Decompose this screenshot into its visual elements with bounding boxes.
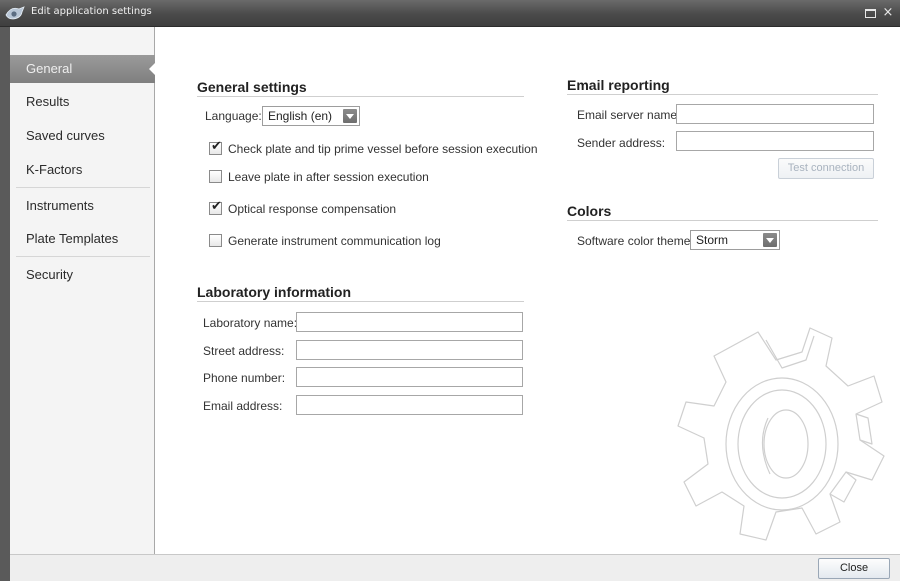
- leave-plate-checkbox-row[interactable]: Leave plate in after session execution: [209, 169, 529, 185]
- check-plate-label: Check plate and tip prime vessel before …: [228, 142, 538, 156]
- color-theme-value: Storm: [696, 233, 729, 247]
- language-label: Language:: [205, 109, 262, 123]
- sidebar-item-results[interactable]: Results: [10, 88, 155, 116]
- check-plate-checkbox[interactable]: ✔: [209, 139, 222, 155]
- street-address-input[interactable]: [296, 340, 523, 360]
- check-plate-checkbox-row[interactable]: ✔ Check plate and tip prime vessel befor…: [209, 139, 538, 157]
- maximize-icon[interactable]: [863, 6, 877, 20]
- general-settings-title: General settings: [197, 79, 307, 95]
- close-icon[interactable]: ×: [881, 6, 895, 20]
- language-select[interactable]: English (en): [262, 106, 360, 126]
- settings-window: Edit application settings × General Resu…: [0, 0, 900, 581]
- phone-number-input[interactable]: [296, 367, 523, 387]
- language-value: English (en): [268, 109, 333, 123]
- color-theme-label: Software color theme:: [577, 234, 694, 248]
- street-address-label: Street address:: [203, 344, 285, 358]
- sidebar-item-security[interactable]: Security: [10, 261, 155, 289]
- sidebar-item-general[interactable]: General: [10, 55, 156, 83]
- laboratory-name-input[interactable]: [296, 312, 523, 332]
- chevron-down-icon[interactable]: [343, 109, 357, 123]
- email-reporting-title: Email reporting: [567, 77, 670, 93]
- color-theme-select[interactable]: Storm: [690, 230, 780, 250]
- checkmark-icon: ✔: [211, 139, 222, 154]
- window-frame-left: [0, 27, 10, 581]
- chevron-down-icon[interactable]: [763, 233, 777, 247]
- section-divider: [567, 220, 878, 221]
- colors-title: Colors: [567, 203, 612, 219]
- section-divider: [567, 94, 878, 95]
- checkmark-icon: ✔: [211, 199, 222, 214]
- section-divider: [197, 301, 524, 302]
- window-title: Edit application settings: [31, 6, 152, 17]
- email-server-label: Email server name:: [577, 108, 681, 122]
- sidebar-item-k-factors[interactable]: K-Factors: [10, 156, 155, 184]
- communication-log-label: Generate instrument communication log: [228, 234, 441, 248]
- settings-sidebar: General Results Saved curves K-Factors I…: [10, 27, 156, 554]
- email-address-label: Email address:: [203, 399, 283, 413]
- sidebar-divider: [16, 256, 150, 257]
- sidebar-item-instruments[interactable]: Instruments: [10, 192, 155, 220]
- title-bar[interactable]: Edit application settings ×: [0, 0, 900, 27]
- sender-address-label: Sender address:: [577, 136, 666, 150]
- laboratory-name-label: Laboratory name:: [203, 316, 298, 330]
- communication-log-checkbox[interactable]: [209, 234, 222, 247]
- close-button[interactable]: Close: [818, 558, 890, 579]
- email-address-input[interactable]: [296, 395, 523, 415]
- sidebar-divider: [16, 187, 150, 188]
- laboratory-information-title: Laboratory information: [197, 284, 352, 300]
- leave-plate-checkbox[interactable]: [209, 170, 222, 183]
- optical-compensation-checkbox[interactable]: ✔: [209, 199, 222, 215]
- leave-plate-label: Leave plate in after session execution: [228, 170, 429, 184]
- dialog-footer: Close: [10, 554, 900, 581]
- sender-address-input[interactable]: [676, 131, 874, 151]
- phone-number-label: Phone number:: [203, 371, 286, 385]
- email-server-input[interactable]: [676, 104, 874, 124]
- communication-log-checkbox-row[interactable]: Generate instrument communication log: [209, 233, 529, 249]
- sidebar-item-saved-curves[interactable]: Saved curves: [10, 122, 155, 150]
- sidebar-item-plate-templates[interactable]: Plate Templates: [10, 225, 155, 253]
- gear-icon: [677, 327, 885, 541]
- optical-compensation-checkbox-row[interactable]: ✔ Optical response compensation: [209, 199, 529, 217]
- test-connection-button[interactable]: Test connection: [778, 158, 874, 179]
- optical-compensation-label: Optical response compensation: [228, 202, 397, 216]
- app-eye-icon: [5, 6, 25, 20]
- section-divider: [197, 96, 524, 97]
